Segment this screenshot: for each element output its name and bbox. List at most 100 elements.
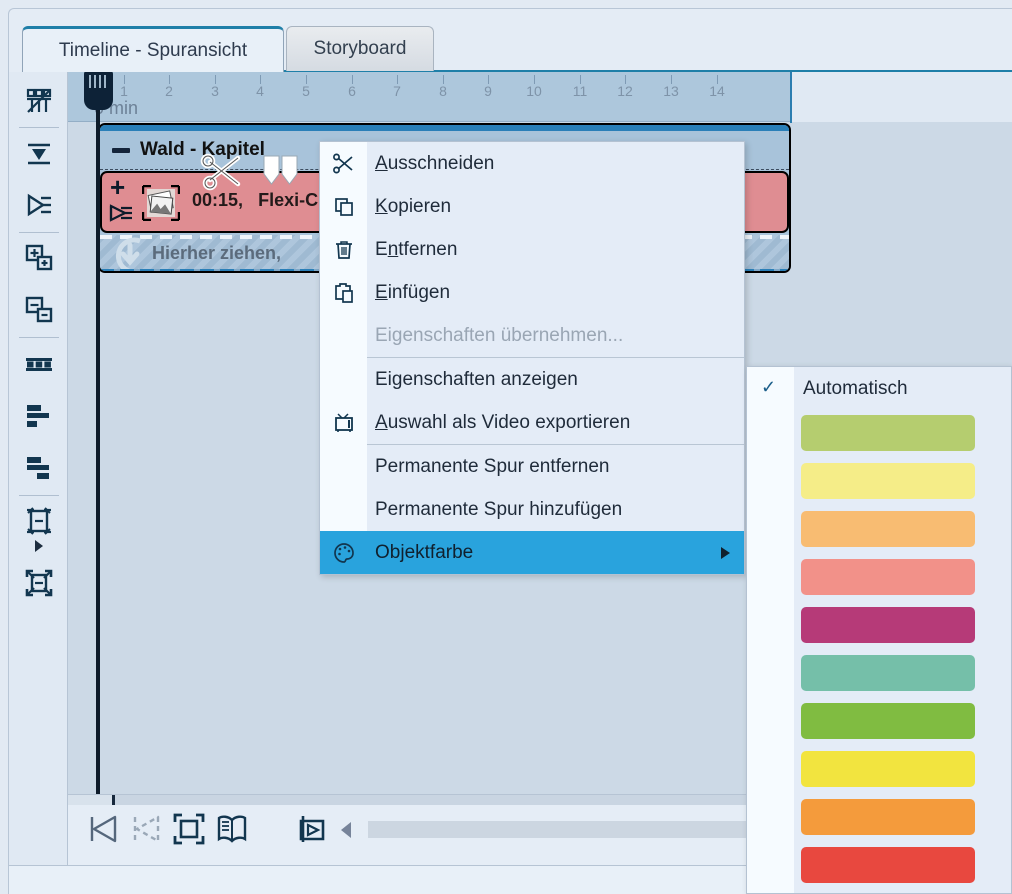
toolbar-align-left-button[interactable] (18, 395, 60, 437)
color-option-orange[interactable] (747, 795, 1011, 843)
minus-icon[interactable] (112, 148, 130, 153)
previous-marker-button[interactable] (126, 809, 166, 849)
tv-export-icon (331, 401, 357, 444)
film-strip-icon (24, 349, 54, 379)
tab-timeline-label: Timeline - Spuransicht (59, 40, 247, 62)
menu-item-entfernen[interactable]: Entfernen (320, 228, 744, 271)
tab-storyboard[interactable]: Storyboard (286, 26, 434, 71)
ruler-tick-7: 7 (393, 83, 401, 99)
toolbar-separator-4 (19, 495, 59, 496)
menu-item-einfuegen[interactable]: Einfügen (320, 271, 744, 314)
toolbar-remove-gaps-button[interactable] (18, 80, 60, 122)
swatch-green-light (801, 415, 975, 451)
ruler-tick-10: 10 (526, 83, 542, 99)
color-option-magenta[interactable] (747, 603, 1011, 651)
menu-item-objektfarbe[interactable]: Objektfarbe (320, 531, 744, 574)
split-at-playhead-button[interactable] (292, 809, 332, 849)
toolbar-fit-all-button[interactable] (18, 562, 60, 604)
color-option-teal[interactable] (747, 651, 1011, 699)
color-option-automatic[interactable]: ✓ Automatisch (747, 367, 1011, 411)
fade-icon[interactable] (108, 203, 134, 230)
chapter-book-button[interactable] (212, 809, 252, 849)
swatch-red (801, 847, 975, 883)
paste-glyph (333, 282, 355, 304)
remove-track-icon (24, 295, 54, 325)
ruler-tick-12: 12 (617, 83, 633, 99)
toolbar-align-right-button[interactable] (18, 447, 60, 489)
scroll-left-arrow-icon[interactable] (341, 822, 351, 838)
skip-to-start-icon (86, 812, 120, 846)
menu-item-kopieren-label: Kopieren (375, 196, 451, 218)
remove-gaps-icon (24, 86, 54, 116)
swatch-orange-light (801, 511, 975, 547)
swatch-yellow (801, 751, 975, 787)
mini-scrollbar-thumb[interactable] (68, 795, 115, 805)
fit-all-icon (24, 568, 54, 598)
toolbar-insert-mode-button[interactable] (18, 132, 60, 174)
drop-arrow-glyph (108, 237, 152, 273)
menu-item-permanente-spur-hinzufuegen[interactable]: Permanente Spur hinzufügen (320, 488, 744, 531)
fit-selection-icon (172, 812, 206, 846)
clip-name: Flexi-C (258, 190, 318, 210)
swatch-orange (801, 799, 975, 835)
playhead-icon[interactable] (84, 72, 113, 110)
toolbar-expand-button[interactable] (18, 535, 60, 557)
tab-timeline[interactable]: Timeline - Spuransicht (22, 26, 284, 72)
ruler-tick-6: 6 (348, 83, 356, 99)
ruler-tick-2: 2 (165, 83, 173, 99)
toolbar-add-track-button[interactable] (18, 237, 60, 279)
jump-to-start-button[interactable] (83, 809, 123, 849)
align-left-icon (24, 401, 54, 431)
color-option-green[interactable] (747, 699, 1011, 747)
menu-item-kopieren[interactable]: Kopieren (320, 185, 744, 228)
insert-mode-icon (24, 138, 54, 168)
menu-item-permanente-spur-entfernen-label: Permanente Spur entfernen (375, 456, 610, 478)
drop-arrow-icon (108, 237, 152, 273)
paste-icon (331, 271, 357, 314)
ruler-tick-1: 1 (120, 83, 128, 99)
left-toolbar (9, 72, 68, 865)
toolbar-film-strip-button[interactable] (18, 343, 60, 385)
copy-glyph (333, 196, 355, 218)
ruler-tick-14: 14 (709, 83, 725, 99)
toolbar-overwrite-mode-button[interactable] (18, 184, 60, 226)
toolbar-separator-1 (19, 127, 59, 128)
color-option-orange-light[interactable] (747, 507, 1011, 555)
menu-item-eigenschaften-anzeigen[interactable]: Eigenschaften anzeigen (320, 358, 744, 401)
timeline-ruler[interactable]: 1 2 3 4 5 6 7 8 9 10 11 12 13 14 0 min (68, 72, 790, 122)
palette-icon (331, 531, 357, 574)
align-right-icon (24, 453, 54, 483)
plus-icon[interactable]: + (110, 177, 125, 197)
color-option-red[interactable] (747, 843, 1011, 891)
scissors-icon (331, 142, 357, 185)
ruler-empty-region (792, 72, 1012, 122)
color-option-yellow[interactable] (747, 747, 1011, 795)
dropzone-text: Hierher ziehen, (152, 243, 281, 264)
object-color-submenu[interactable]: ✓ Automatisch (746, 366, 1012, 894)
split-playhead-icon (295, 812, 329, 846)
context-menu[interactable]: Ausschneiden Kopieren (319, 141, 745, 575)
tv-export-glyph (333, 412, 355, 434)
menu-item-auswahl-als-video-exportieren-label: Auswahl als Video exportieren (375, 412, 630, 434)
swatch-yellow-pale (801, 463, 975, 499)
color-option-green-light[interactable] (747, 411, 1011, 459)
trash-glyph (333, 239, 355, 261)
check-icon: ✓ (761, 377, 776, 398)
tab-storyboard-label: Storyboard (314, 38, 407, 60)
ruler-tick-3: 3 (211, 83, 219, 99)
chapter-marker-icon[interactable] (260, 154, 304, 193)
scissors-icon[interactable] (200, 152, 246, 199)
menu-item-permanente-spur-entfernen[interactable]: Permanente Spur entfernen (320, 445, 744, 488)
ruler-tick-5: 5 (302, 83, 310, 99)
menu-item-auswahl-als-video-exportieren[interactable]: Auswahl als Video exportieren (320, 401, 744, 444)
color-option-salmon[interactable] (747, 555, 1011, 603)
toolbar-remove-track-button[interactable] (18, 289, 60, 331)
chapter-marker-glyph (260, 154, 304, 188)
color-option-yellow-pale[interactable] (747, 459, 1011, 507)
menu-item-ausschneiden[interactable]: Ausschneiden (320, 142, 744, 185)
fit-selection-button[interactable] (169, 809, 209, 849)
menu-item-eigenschaften-anzeigen-label: Eigenschaften anzeigen (375, 369, 578, 391)
submenu-arrow-icon (721, 547, 730, 559)
ruler-tick-8: 8 (439, 83, 447, 99)
swatch-green (801, 703, 975, 739)
